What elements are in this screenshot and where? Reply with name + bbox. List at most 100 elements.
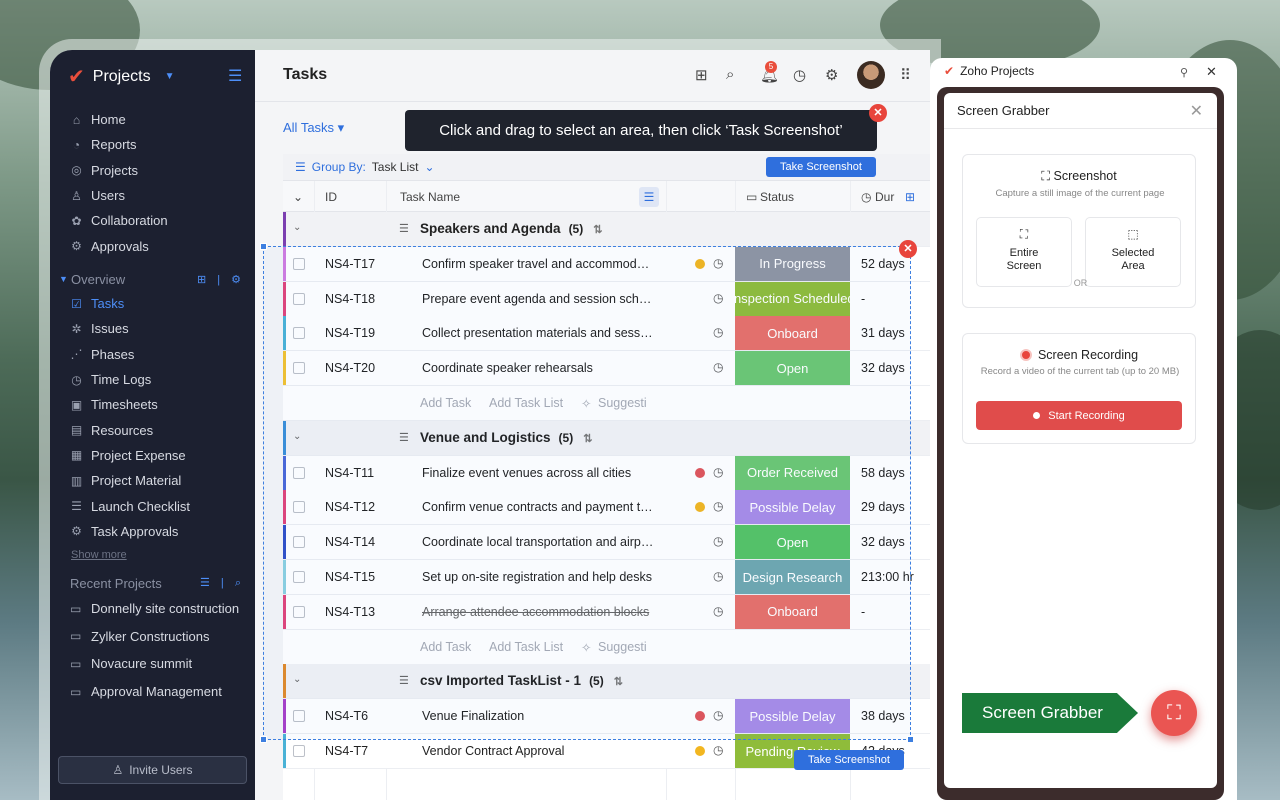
gear-icon[interactable]: ⚙ [825, 66, 838, 84]
apps-grid-icon[interactable]: ⠿ [900, 66, 911, 84]
selected-area-button[interactable]: ⬚ Selected Area [1085, 217, 1181, 287]
recent-tools[interactable]: ☰ | ⌕ [200, 576, 245, 590]
search-icon[interactable]: ⌕ [726, 66, 734, 83]
sidebar-item-label: Launch Checklist [91, 498, 190, 514]
close-icon[interactable]: ✕ [1190, 101, 1203, 121]
invite-users-label: Invite Users [129, 763, 193, 777]
sidebar-item-reports[interactable]: ◔ Reports [50, 132, 255, 157]
sidebar-item-phases[interactable]: ⋰ Phases [50, 342, 255, 367]
recording-desc: Record a video of the current tab (up to… [980, 366, 1180, 377]
recent-project-item[interactable]: ▭ Novacure summit [50, 650, 255, 678]
sidebar-item-tasks[interactable]: ☑ Tasks [50, 291, 255, 316]
zoho-logo-icon: ✔ [944, 64, 955, 78]
sidebar-item-issues[interactable]: ✲ Issues [50, 316, 255, 341]
all-tasks-dropdown[interactable]: All Tasks ▾ [283, 120, 344, 136]
sidebar-item-launch-checklist[interactable]: ☰ Launch Checklist [50, 493, 255, 518]
invite-users-button[interactable]: ♙ Invite Users [58, 756, 247, 784]
projects-icon: ◎ [71, 163, 82, 178]
sidebar-item-label: Timesheets [91, 397, 158, 413]
row-checkbox[interactable] [293, 745, 305, 757]
take-screenshot-floating-button[interactable]: Take Screenshot [794, 750, 904, 770]
sidebar-item-approvals[interactable]: ⚙ Approvals [50, 233, 255, 258]
column-settings-icon[interactable]: ☰ [639, 187, 659, 207]
sidebar-item-users[interactable]: ♙ Users [50, 183, 255, 208]
sidebar-item-projects[interactable]: ◎ Projects [50, 158, 255, 183]
timer-icon[interactable]: ◷ [713, 743, 723, 757]
grabber-title: Screen Grabber [957, 103, 1050, 118]
users-icon: ♙ [71, 188, 82, 203]
pin-icon[interactable]: ⚲ [1180, 66, 1188, 79]
main-nav: ⌂ Home ◔ Reports ◎ Projects ♙ Users ✿ Collaborati… [50, 107, 255, 259]
sidebar-item-resources[interactable]: ▤ Resources [50, 417, 255, 442]
recent-project-item[interactable]: ▭ Approval Management [50, 678, 255, 706]
avatar[interactable] [857, 61, 885, 89]
screen-grabber-icon[interactable]: ⛶ [1151, 690, 1197, 736]
chevron-down-icon[interactable]: ⌄ [293, 222, 301, 233]
sidebar-item-label: Task Approvals [91, 523, 179, 539]
task-list-group[interactable]: ⌄ ☰ Speakers and Agenda (5) ⇅ [283, 212, 930, 247]
sidebar-item-label: Resources [91, 422, 154, 438]
sidebar-item-collaboration[interactable]: ✿ Collaboration [50, 208, 255, 233]
resize-handle[interactable] [260, 243, 267, 250]
close-icon[interactable]: ✕ [1206, 64, 1217, 80]
sidebar-item-label: Phases [91, 346, 135, 362]
expand-all-icon[interactable]: ⌄ [293, 190, 303, 204]
chevron-down-icon[interactable]: ▼ [165, 71, 175, 82]
sidebar-item-label: Home [91, 112, 126, 128]
col-id[interactable]: ID [325, 190, 337, 204]
start-recording-button[interactable]: Start Recording [976, 401, 1182, 430]
sidebar-item-label: Projects [91, 162, 138, 178]
recent-project-item[interactable]: ▭ Donnelly site construction [50, 595, 255, 623]
launch-checklist-icon: ☰ [71, 499, 82, 514]
close-selection-icon[interactable]: ✕ [899, 240, 917, 258]
sidebar-item-label: Project Material [91, 473, 182, 489]
chevron-down-icon[interactable]: ⌄ [424, 160, 434, 174]
close-tooltip-icon[interactable]: ✕ [869, 104, 887, 122]
task-name[interactable]: Vendor Contract Approval [422, 744, 654, 758]
recent-project-item[interactable]: ▭ Zylker Constructions [50, 623, 255, 651]
add-column-icon[interactable]: ⊞ [905, 190, 915, 204]
briefcase-icon: ▭ [70, 684, 82, 699]
screenshot-title: ⛶ Screenshot [1041, 169, 1117, 183]
sort-icon[interactable]: ⇅ [593, 224, 602, 236]
recent-project-label: Novacure summit [91, 656, 193, 672]
take-screenshot-button[interactable]: Take Screenshot [766, 157, 876, 177]
extension-panel: ✔ Zoho Projects ⚲ ✕ Screen Grabber ✕ ⛶ S… [930, 58, 1237, 800]
record-icon [1019, 349, 1032, 361]
screen-grabber-label[interactable]: Screen Grabber [962, 693, 1138, 733]
sidebar-item-timesheets[interactable]: ▣ Timesheets [50, 392, 255, 417]
task-approvals-icon: ⚙ [71, 524, 82, 539]
col-task-name[interactable]: Task Name [400, 190, 460, 204]
sidebar-item-home[interactable]: ⌂ Home [50, 107, 255, 132]
recent-projects-section: Recent Projects ☰ | ⌕ ▭ Donnelly site con… [50, 571, 255, 705]
selection-area[interactable] [260, 243, 914, 743]
recent-projects-header: Recent Projects ☰ | ⌕ [50, 571, 255, 595]
chevron-down-icon[interactable]: ▼ [59, 274, 71, 284]
col-duration[interactable]: Dur [875, 190, 894, 204]
sidebar-item-time-logs[interactable]: ◷ Time Logs [50, 367, 255, 392]
group-by-value[interactable]: Task List [372, 160, 419, 174]
menu-collapse-icon[interactable]: ☰ [228, 66, 242, 86]
group-by-label: Group By: [311, 160, 366, 174]
sidebar-item-label: Collaboration [91, 213, 168, 229]
timer-icon[interactable]: ◷ [793, 66, 806, 84]
entire-screen-button[interactable]: ⛶ Entire Screen [976, 217, 1072, 287]
panel-title: Zoho Projects [960, 64, 1035, 78]
sidebar: ✔ Projects ▼ ☰ ⌂ Home ◔ Reports ◎ Projects ♙ Us… [50, 50, 255, 800]
resize-handle[interactable] [907, 736, 914, 743]
task-id[interactable]: NS4-T7 [325, 744, 368, 758]
resources-icon: ▤ [70, 423, 83, 438]
resize-handle[interactable] [260, 736, 267, 743]
col-duration-icon: ◷ [861, 190, 872, 204]
overview-tools[interactable]: ⊞ | ⚙ [197, 273, 245, 286]
brand[interactable]: ✔ Projects ▼ [68, 64, 174, 89]
col-status[interactable]: Status [760, 190, 794, 204]
grabber-header: Screen Grabber ✕ [944, 93, 1217, 129]
add-icon[interactable]: ⊞ [695, 66, 708, 84]
show-more-link[interactable]: Show more [50, 544, 255, 566]
overview-header[interactable]: ▼ Overview ⊞ | ⚙ [50, 267, 255, 291]
screen-grabber: Screen Grabber ✕ ⛶ Screenshot Capture a … [944, 93, 1217, 788]
sidebar-item-task-approvals[interactable]: ⚙ Task Approvals [50, 519, 255, 544]
sidebar-item-project-material[interactable]: ▥ Project Material [50, 468, 255, 493]
sidebar-item-project-expense[interactable]: ▦ Project Expense [50, 443, 255, 468]
